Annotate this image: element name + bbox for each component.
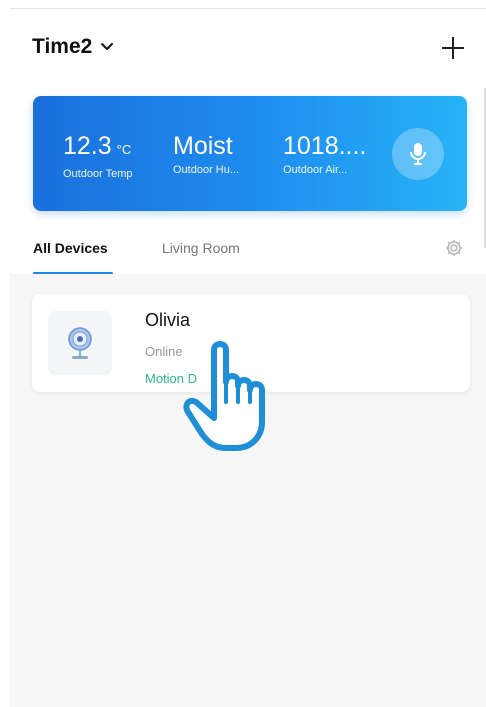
tab-living-room[interactable]: Living Room	[162, 240, 240, 256]
device-thumbnail	[48, 311, 112, 375]
device-name: Olivia	[145, 310, 191, 330]
temp-unit: °C	[116, 142, 132, 157]
app-screen: Time2 12.3 °C Outdoor Temp Moist Outdoor …	[10, 8, 486, 707]
home-selector[interactable]: Time2	[32, 35, 114, 59]
humidity-label: Outdoor Hu...	[173, 164, 240, 176]
temp-value: 12.3	[63, 132, 112, 160]
home-name: Time2	[32, 35, 93, 58]
chevron-down-icon	[101, 43, 114, 50]
microphone-icon	[410, 143, 426, 165]
top-divider	[10, 8, 486, 9]
outdoor-humidity: Moist Outdoor Hu...	[173, 132, 239, 176]
plus-icon[interactable]	[440, 35, 466, 61]
voice-button[interactable]	[392, 128, 444, 180]
temp-label: Outdoor Temp	[63, 168, 133, 180]
device-status: Online	[145, 344, 183, 359]
camera-icon	[68, 327, 92, 359]
device-list: Olivia Online Motion D	[10, 274, 486, 707]
tab-all-devices[interactable]: All Devices	[33, 240, 108, 256]
device-sensor-reading: Motion D	[145, 371, 198, 386]
weather-card[interactable]: 12.3 °C Outdoor Temp Moist Outdoor Hu... …	[33, 96, 467, 211]
device-card-olivia[interactable]: Olivia Online Motion D	[32, 294, 470, 392]
humidity-value: Moist	[173, 132, 233, 160]
air-label: Outdoor Air...	[283, 164, 348, 176]
outdoor-temp: 12.3 °C Outdoor Temp	[63, 132, 133, 180]
air-value: 1018....	[283, 132, 367, 160]
outdoor-air: 1018.... Outdoor Air...	[283, 132, 366, 176]
gear-icon[interactable]	[444, 238, 464, 258]
